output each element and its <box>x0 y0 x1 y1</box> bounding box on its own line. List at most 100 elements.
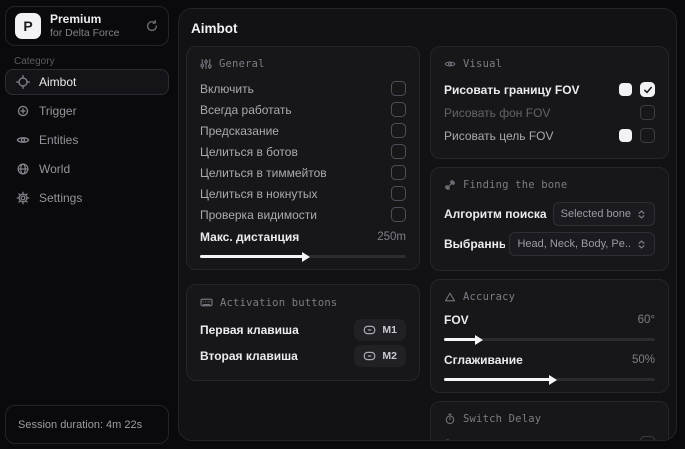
sidebar-item-entities[interactable]: Entities <box>5 127 169 153</box>
fov-value: 60° <box>638 314 655 326</box>
smoothing-label: Сглаживание <box>444 353 523 367</box>
keyboard-icon <box>200 296 213 309</box>
switch-delay-checkbox[interactable] <box>640 436 655 441</box>
second-key-label: Вторая клавиша <box>200 349 298 363</box>
crosshair-icon <box>16 75 30 89</box>
fov-background-checkbox[interactable] <box>640 105 655 120</box>
fov-slider-row: FOV 60° <box>444 311 655 341</box>
brand-logo: P <box>15 13 41 39</box>
smoothing-value: 50% <box>632 354 655 366</box>
session-duration: Session duration: 4m 22s <box>5 405 169 444</box>
toggle-label: Предсказание <box>200 124 279 138</box>
target-knocked-checkbox[interactable] <box>391 186 406 201</box>
panel-title: General <box>219 58 265 70</box>
toggle-label: Проверка видимости <box>200 208 317 222</box>
fov-background-color-swatch[interactable] <box>619 106 632 119</box>
always-work-checkbox[interactable] <box>391 102 406 117</box>
sidebar-item-settings[interactable]: Settings <box>5 185 169 211</box>
eye-icon <box>444 58 456 70</box>
fov-border-color-swatch[interactable] <box>619 83 632 96</box>
sliders-icon <box>200 58 212 70</box>
brand-title: Premium <box>50 12 119 27</box>
stopwatch-icon <box>444 413 456 425</box>
selected-bones-row: Выбранные кос Head, Neck, Body, Pe.. <box>444 229 655 259</box>
sidebar-item-label: Settings <box>39 191 82 205</box>
toggle-label: Целиться в нокнутых <box>200 187 317 201</box>
enable-checkbox[interactable] <box>391 81 406 96</box>
first-key-label: Первая клавиша <box>200 323 299 337</box>
fov-label: FOV <box>444 313 469 327</box>
sidebar-item-aimbot[interactable]: Aimbot <box>5 69 169 95</box>
category-label: Category <box>14 56 55 67</box>
panel-finding-bone: Finding the bone Алгоритм поиска кост Se… <box>430 167 669 271</box>
toggle-label: Целиться в ботов <box>200 145 298 159</box>
brand-subtitle: for Delta Force <box>50 27 119 40</box>
toggle-row: Целиться в тиммейтов <box>200 162 406 183</box>
chevron-updown-icon <box>636 209 647 220</box>
refresh-icon[interactable] <box>145 19 159 33</box>
toggle-label: Всегда работать <box>200 103 292 117</box>
sidebar-item-trigger[interactable]: Trigger <box>5 98 169 124</box>
bone-icon <box>444 179 456 191</box>
fov-target-checkbox[interactable] <box>640 128 655 143</box>
panel-activation-buttons: Activation buttons Первая клавиша M1 <box>186 284 420 381</box>
switch-delay-toggle-label: Задержка переключения <box>444 437 582 442</box>
mouse-icon <box>363 351 376 361</box>
session-duration-text: Session duration: 4m 22s <box>18 419 142 431</box>
toggle-row: Включить <box>200 78 406 99</box>
smoothing-slider-row: Сглаживание 50% <box>444 351 655 381</box>
max-distance-label: Макс. дистанция <box>200 230 299 244</box>
panel-title: Visual <box>463 58 502 70</box>
toggle-row: Предсказание <box>200 120 406 141</box>
target-bots-checkbox[interactable] <box>391 144 406 159</box>
sidebar: P Premium for Delta Force Category Aimbo… <box>0 0 178 449</box>
first-key-value: M1 <box>382 324 397 336</box>
keybind-row: Вторая клавиша M2 <box>200 343 406 369</box>
second-key-value: M2 <box>382 350 397 362</box>
sidebar-item-label: World <box>39 162 70 176</box>
toggle-row: Целиться в нокнутых <box>200 183 406 204</box>
target-teammates-checkbox[interactable] <box>391 165 406 180</box>
sidebar-item-world[interactable]: World <box>5 156 169 182</box>
panel-switch-delay: Switch Delay Задержка переключения Задер… <box>430 401 669 441</box>
brand-card: P Premium for Delta Force <box>5 6 169 46</box>
page-title: Aimbot <box>191 21 669 36</box>
panel-title: Accuracy <box>463 291 515 303</box>
mouse-icon <box>363 325 376 335</box>
bone-algorithm-label: Алгоритм поиска кост <box>444 207 549 221</box>
visual-row: Рисовать цель FOV <box>444 124 655 147</box>
second-key-button[interactable]: M2 <box>354 345 406 367</box>
gear-icon <box>16 191 30 205</box>
bone-algorithm-select[interactable]: Selected bone <box>553 202 655 226</box>
fov-background-label: Рисовать фон FOV <box>444 106 550 120</box>
smoothing-slider[interactable] <box>444 378 655 381</box>
visual-row: Рисовать границу FOV <box>444 78 655 101</box>
visibility-check-checkbox[interactable] <box>391 207 406 222</box>
fov-border-checkbox[interactable] <box>640 82 655 97</box>
trigger-icon <box>16 104 30 118</box>
toggle-row: Целиться в ботов <box>200 141 406 162</box>
fov-slider[interactable] <box>444 338 655 341</box>
globe-icon <box>16 162 30 176</box>
prediction-checkbox[interactable] <box>391 123 406 138</box>
panel-title: Finding the bone <box>463 179 567 191</box>
selected-bones-value: Head, Neck, Body, Pe.. <box>517 238 631 250</box>
panel-accuracy: Accuracy FOV 60° Сглаживание 50% <box>430 279 669 393</box>
toggle-row: Проверка видимости <box>200 204 406 225</box>
triangle-icon <box>444 291 456 303</box>
bone-algorithm-row: Алгоритм поиска кост Selected bone <box>444 199 655 229</box>
max-distance-row: Макс. дистанция 250m <box>200 228 406 258</box>
main-panel: Aimbot General Включить Всегда работать … <box>178 8 677 441</box>
fov-target-color-swatch[interactable] <box>619 129 632 142</box>
switch-delay-toggle-row: Задержка переключения <box>444 433 655 441</box>
max-distance-value: 250m <box>377 231 406 243</box>
first-key-button[interactable]: M1 <box>354 319 406 341</box>
panel-title: Activation buttons <box>220 297 337 309</box>
toggle-label: Включить <box>200 82 254 96</box>
fov-border-label: Рисовать границу FOV <box>444 83 580 97</box>
keybind-row: Первая клавиша M1 <box>200 317 406 343</box>
panel-title: Switch Delay <box>463 413 541 425</box>
max-distance-slider[interactable] <box>200 255 406 258</box>
selected-bones-select[interactable]: Head, Neck, Body, Pe.. <box>509 232 655 256</box>
toggle-label: Целиться в тиммейтов <box>200 166 327 180</box>
